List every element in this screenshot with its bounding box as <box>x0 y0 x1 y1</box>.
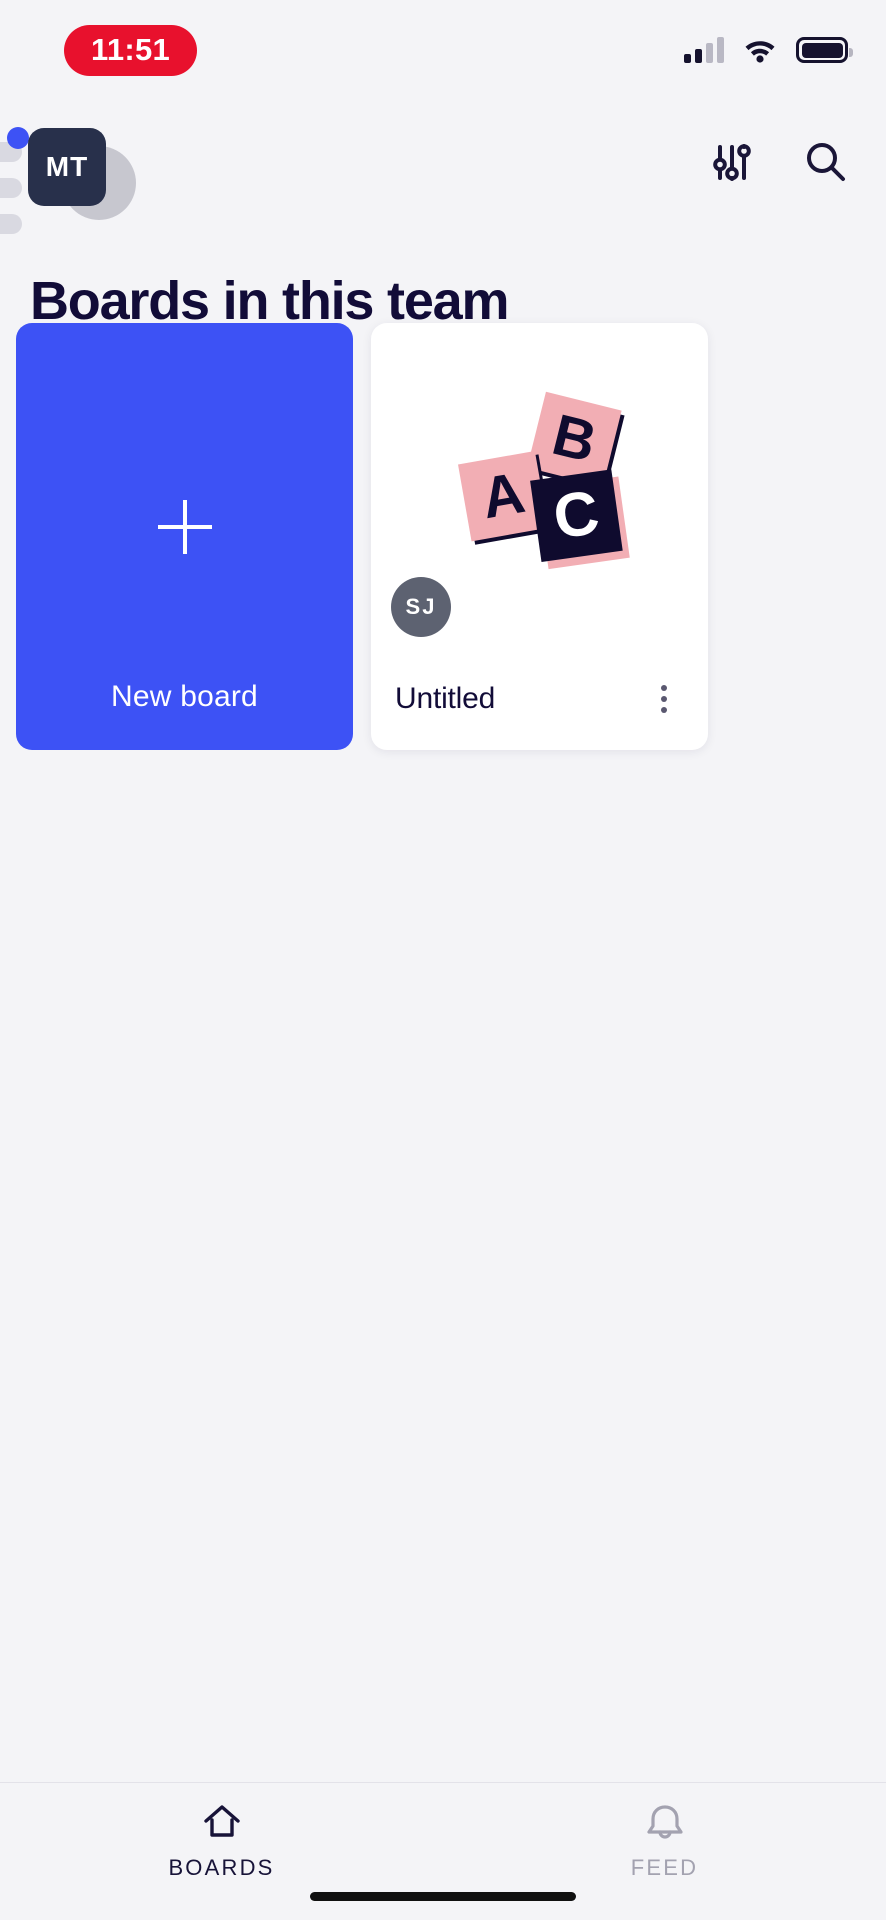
notification-badge-dot <box>7 127 29 149</box>
tab-feed[interactable]: FEED <box>443 1801 886 1920</box>
app-top-bar: MT <box>0 110 886 234</box>
svg-text:C: C <box>549 478 603 553</box>
status-bar-clock-recording-pill: 11:51 <box>64 24 198 76</box>
search-icon <box>807 143 845 181</box>
bell-icon <box>646 1805 683 1839</box>
tab-boards[interactable]: BOARDS <box>0 1801 443 1920</box>
home-indicator <box>310 1892 576 1901</box>
board-owner-avatar[interactable]: SJ <box>391 577 451 637</box>
new-board-card[interactable]: New board <box>16 323 353 750</box>
tab-boards-label: BOARDS <box>168 1855 275 1880</box>
new-board-label: New board <box>111 680 258 713</box>
filter-button[interactable] <box>706 136 758 188</box>
plus-icon <box>157 500 212 554</box>
battery-icon <box>796 37 853 63</box>
board-grid: New board B A C SJ Untitled <box>16 323 870 750</box>
cellular-signal-icon <box>684 37 724 63</box>
drawer-peek-handle[interactable] <box>0 142 22 234</box>
home-icon <box>203 1805 240 1837</box>
status-bar-indicators <box>684 37 853 63</box>
wifi-icon <box>745 41 775 63</box>
top-bar-actions <box>706 136 852 188</box>
sliders-icon <box>713 144 751 181</box>
search-button[interactable] <box>800 136 852 188</box>
board-card-footer: Untitled <box>371 658 708 750</box>
status-bar: 11:51 <box>0 0 886 100</box>
team-avatar[interactable]: MT <box>28 128 106 206</box>
board-card[interactable]: B A C SJ Untitled <box>371 323 708 750</box>
board-name: Untitled <box>395 682 496 715</box>
board-menu-button[interactable] <box>642 677 686 721</box>
tab-feed-label: FEED <box>630 1855 699 1880</box>
